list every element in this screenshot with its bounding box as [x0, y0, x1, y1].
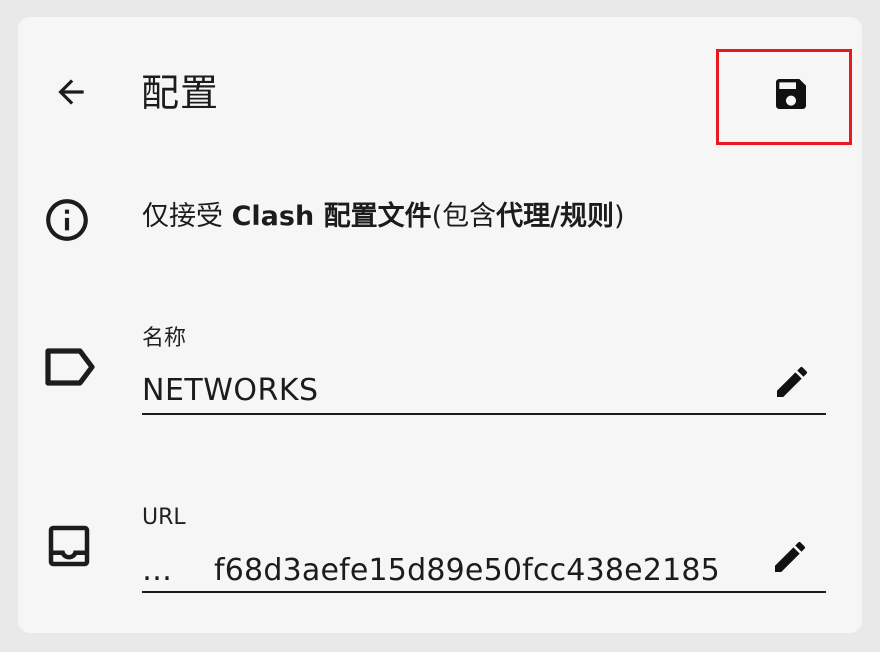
info-bold-clash: Clash 配置文件	[231, 201, 432, 232]
name-field-caption: 名称	[142, 326, 187, 351]
info-middle: (包含	[431, 201, 497, 232]
save-button[interactable]	[716, 49, 852, 145]
url-field-caption: URL	[142, 505, 186, 530]
status-bar	[18, 17, 862, 25]
info-prefix: 仅接受	[142, 201, 232, 232]
url-ellipsis: …	[142, 553, 172, 588]
pencil-edit-icon[interactable]	[772, 362, 812, 402]
arrow-left-icon[interactable]	[52, 73, 90, 111]
floppy-disk-icon[interactable]	[771, 74, 811, 114]
name-field-underline	[142, 413, 826, 415]
pencil-edit-icon[interactable]	[770, 537, 810, 577]
label-tag-icon	[45, 348, 95, 386]
url-field-underline	[142, 591, 826, 593]
info-bold-proxy-rules: 代理/规则	[496, 201, 614, 232]
info-message: 仅接受 Clash 配置文件(包含代理/规则)	[142, 197, 625, 237]
app-screen: 配置 仅接受 Clash 配置文件(包含代理/规则) 名称 NETWORKS U…	[18, 17, 862, 633]
info-suffix: )	[614, 201, 625, 232]
info-circle-icon	[46, 199, 88, 241]
name-field-value[interactable]: NETWORKS	[142, 371, 319, 411]
url-field-value[interactable]: f68d3aefe15d89e50fcc438e2185	[214, 551, 720, 591]
inbox-tray-icon	[48, 525, 90, 567]
page-title: 配置	[141, 71, 220, 115]
